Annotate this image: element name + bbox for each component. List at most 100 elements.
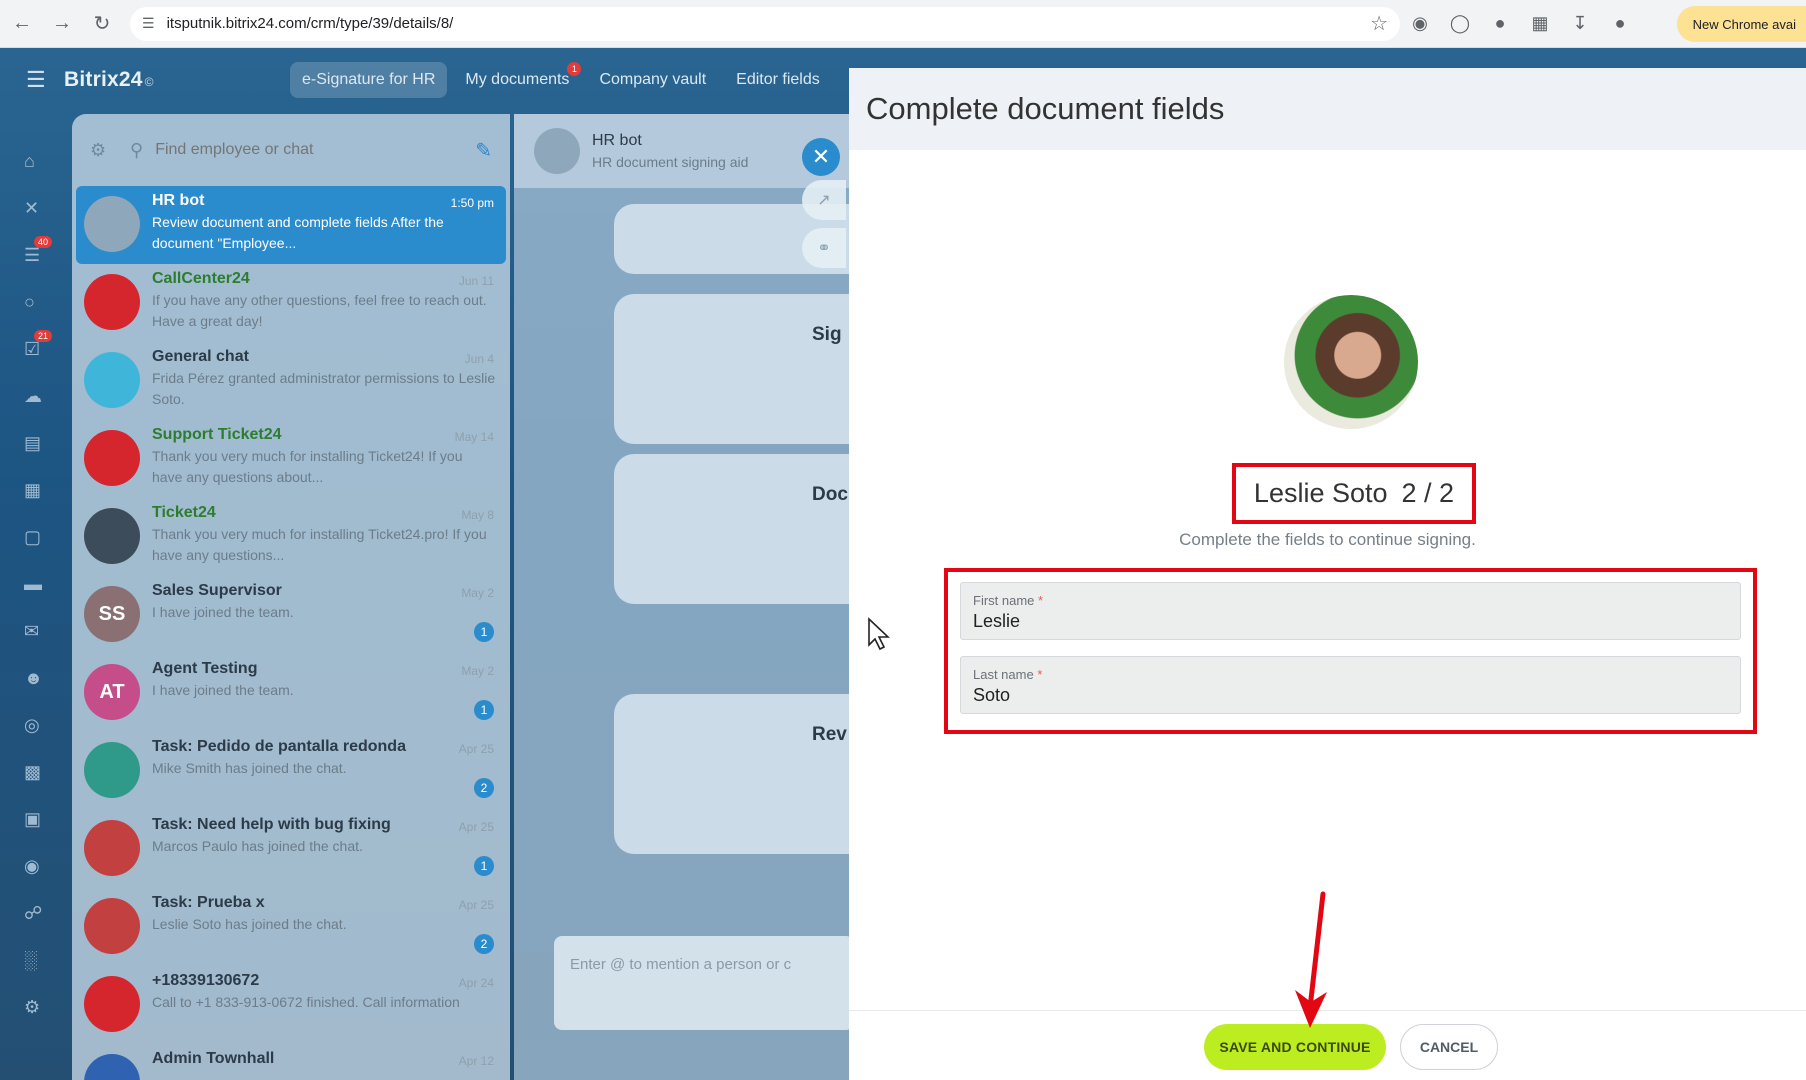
first-name-field[interactable]: First name * Leslie: [960, 582, 1741, 640]
crm-icon[interactable]: ○: [0, 279, 70, 326]
signer-name: Leslie Soto: [1253, 478, 1388, 508]
workgroups-icon[interactable]: ☻: [0, 655, 70, 702]
task-avatar: [84, 820, 140, 876]
chat-name: Support Ticket24: [152, 426, 282, 443]
chat-last-message: I have joined the team.: [152, 682, 294, 698]
save-and-continue-button[interactable]: SAVE AND CONTINUE: [1204, 1024, 1386, 1070]
sites-icon[interactable]: ☁: [0, 373, 70, 420]
chat-list-item[interactable]: Task: Pedido de pantalla redonda Mike Smi…: [76, 732, 506, 810]
tab-editor-fields[interactable]: Editor fields: [724, 62, 832, 98]
unread-count-badge: 2: [474, 934, 494, 954]
chat-name: CallCenter24: [152, 270, 250, 287]
open-in-new-icon[interactable]: ↗: [802, 180, 846, 220]
chat-time: May 2: [461, 664, 494, 678]
chat-last-message: If you have any other questions, feel fr…: [152, 292, 487, 329]
calendar-icon[interactable]: ▦: [0, 467, 70, 514]
chat-list-item[interactable]: HR bot Review document and complete field…: [76, 186, 506, 264]
chat-list-item[interactable]: AT Agent Testing I have joined the team. Ma…: [76, 654, 506, 732]
chat-bubble-avatar: [84, 352, 140, 408]
annotation-arrow: [1295, 891, 1327, 1028]
chat-list: HR bot Review document and complete field…: [72, 186, 510, 1080]
copy-link-icon[interactable]: ⚭: [802, 228, 846, 268]
app-logo[interactable]: Bitrix24 ©: [64, 68, 154, 92]
bookmark-star-icon[interactable]: ☆: [1370, 11, 1388, 36]
files-icon[interactable]: ▢: [0, 514, 70, 561]
last-name-value[interactable]: Soto: [973, 685, 1728, 706]
docs-icon[interactable]: ▤: [0, 420, 70, 467]
inventory-icon[interactable]: ▣: [0, 796, 70, 843]
site-settings-icon[interactable]: ☰: [142, 15, 155, 32]
chat-list-item[interactable]: SS Sales Supervisor I have joined the team…: [76, 576, 506, 654]
conversation-area: HR bot HR document signing aid Sig Doc R…: [514, 114, 854, 1080]
shop-icon[interactable]: ☍: [0, 890, 70, 937]
profile-icon[interactable]: ●: [1600, 6, 1640, 42]
cancel-button[interactable]: CANCEL: [1400, 1024, 1498, 1070]
close-panel-icon[interactable]: ✕: [802, 138, 840, 176]
drive-icon[interactable]: ▬: [0, 561, 70, 608]
first-name-value[interactable]: Leslie: [973, 611, 1728, 632]
compose-icon[interactable]: ✎: [475, 138, 492, 163]
last-name-field[interactable]: Last name * Soto: [960, 656, 1741, 714]
chat-item-text: Ticket24 Thank you very much for installi…: [152, 504, 496, 570]
chat-item-text: Sales Supervisor I have joined the team.: [152, 582, 496, 648]
feed-icon[interactable]: ☰ 40: [0, 232, 70, 279]
required-mark: *: [1037, 667, 1043, 682]
signer-avatar: [1284, 295, 1418, 429]
tasks-icon[interactable]: ☑ 21: [0, 326, 70, 373]
chat-list-item[interactable]: Admin Townhall Apr 12: [76, 1044, 506, 1080]
chat-item-text: Support Ticket24 Thank you very much for …: [152, 426, 496, 492]
chat-list-item[interactable]: Task: Prueba x Leslie Soto has joined the…: [76, 888, 506, 966]
feed-badge: 40: [34, 236, 53, 248]
chat-item-text: HR bot Review document and complete field…: [152, 192, 496, 258]
chat-last-message: Review document and complete fields Afte…: [152, 214, 444, 251]
forward-icon[interactable]: →: [44, 6, 80, 42]
home-icon[interactable]: ⌂: [0, 138, 70, 185]
extension-icon[interactable]: ◯: [1440, 6, 1480, 42]
filter-icon[interactable]: ⚙: [90, 140, 130, 161]
message-card: Sig: [614, 294, 850, 444]
chat-search-input[interactable]: [155, 141, 476, 159]
chat-time: Apr 25: [458, 742, 494, 756]
booking-icon[interactable]: ▩: [0, 749, 70, 796]
chat-list-item[interactable]: +18339130672 Call to +1 833-913-0672 fini…: [76, 966, 506, 1044]
chat-list-item[interactable]: Ticket24 Thank you very much for installi…: [76, 498, 506, 576]
settings-icon[interactable]: ⚙: [0, 984, 70, 1031]
chat-time: May 14: [454, 430, 494, 444]
panel-header: Complete document fields: [849, 68, 1806, 150]
unread-count-badge: 2: [474, 778, 494, 798]
contact-center-icon[interactable]: ◎: [0, 702, 70, 749]
back-icon[interactable]: ←: [4, 6, 40, 42]
chat-list-item[interactable]: General chat Frida Pérez granted administ…: [76, 342, 506, 420]
message-input[interactable]: Enter @ to mention a person or c: [554, 936, 854, 1030]
conversation-title[interactable]: HR bot: [592, 132, 748, 150]
marketing-icon[interactable]: ◉: [0, 843, 70, 890]
chat-item-text: Admin Townhall: [152, 1050, 496, 1080]
extension-icon[interactable]: ●: [1480, 6, 1520, 42]
chat-name: HR bot: [152, 192, 205, 209]
chat-time: Jun 4: [464, 352, 494, 366]
reports-icon[interactable]: ░: [0, 937, 70, 984]
unread-count-badge: 1: [474, 856, 494, 876]
chat-item-text: Task: Prueba x Leslie Soto has joined the…: [152, 894, 496, 960]
tab-my-documents[interactable]: My documents 1: [453, 62, 582, 98]
reload-icon[interactable]: ↻: [84, 6, 120, 42]
new-chrome-available-button[interactable]: New Chrome avai: [1676, 6, 1806, 42]
panel-hint: Complete the fields to continue signing.: [1179, 530, 1476, 549]
chat-list-item[interactable]: CallCenter24 If you have any other questi…: [76, 264, 506, 342]
mail-icon[interactable]: ✉: [0, 608, 70, 655]
tab-company-vault[interactable]: Company vault: [587, 62, 718, 98]
initials-avatar: AT: [84, 664, 140, 720]
url-text[interactable]: itsputnik.bitrix24.com/crm/type/39/detai…: [167, 15, 1371, 32]
chat-list-item[interactable]: Support Ticket24 Thank you very much for …: [76, 420, 506, 498]
tab-esignature[interactable]: e-Signature for HR: [290, 62, 448, 98]
download-icon[interactable]: ↧: [1560, 6, 1600, 42]
puzzle-icon[interactable]: ▦: [1520, 6, 1560, 42]
extension-icon[interactable]: ◉: [1400, 6, 1440, 42]
chat-list-item[interactable]: Task: Need help with bug fixing Marcos Pa…: [76, 810, 506, 888]
chat-last-message: [152, 1070, 496, 1080]
menu-icon[interactable]: ☰: [26, 67, 48, 93]
message-card: Rev: [614, 694, 850, 854]
chat-last-message: Thank you very much for installing Ticke…: [152, 448, 463, 485]
close-chat-icon[interactable]: ✕: [0, 185, 70, 232]
address-bar[interactable]: ☰ itsputnik.bitrix24.com/crm/type/39/det…: [130, 6, 1400, 41]
